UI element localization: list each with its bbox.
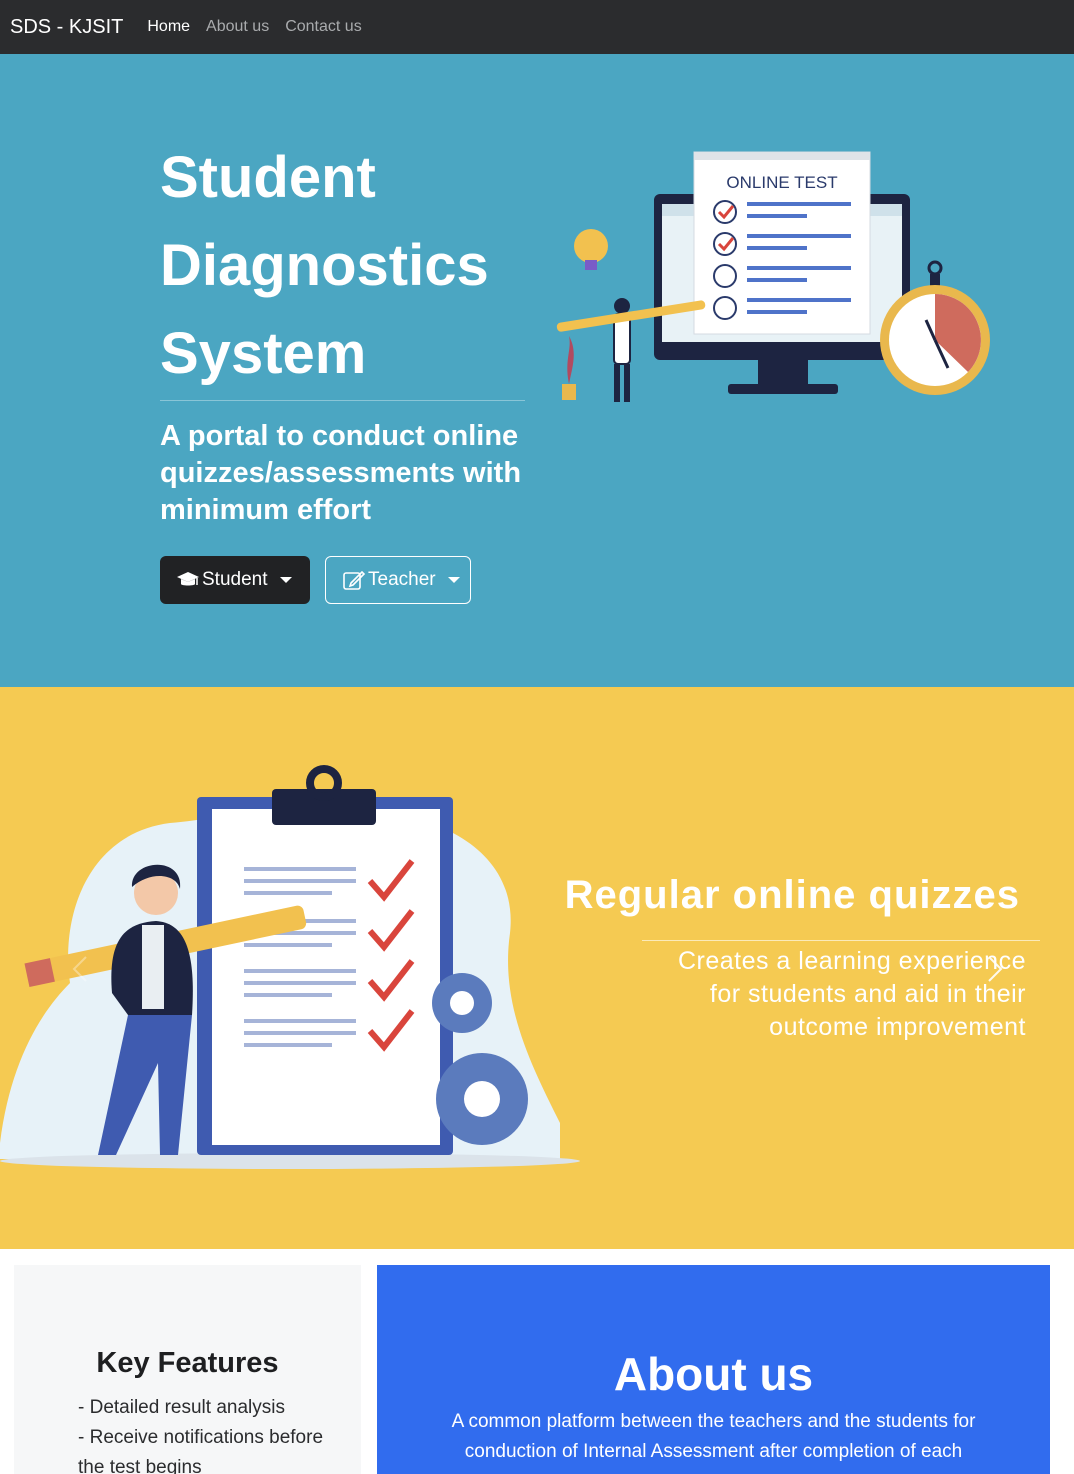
- key-features-title: Key Features: [96, 1347, 279, 1379]
- teacher-button-label: Teacher: [368, 569, 436, 590]
- about-us-card: About us A common platform between the t…: [377, 1265, 1050, 1474]
- hero-title-line: Diagnostics: [160, 233, 489, 298]
- nav-link-about[interactable]: About us: [206, 18, 269, 36]
- hero-title-line: Student: [160, 145, 376, 210]
- slide-title: Regular online quizzes: [564, 873, 1020, 917]
- caret-down-icon: [279, 577, 292, 583]
- student-button-label: Student: [202, 569, 268, 590]
- carousel-prev-icon[interactable]: [70, 955, 90, 983]
- teacher-dropdown-button[interactable]: Teacher: [325, 556, 471, 604]
- list-item: - Receive notifications before the test …: [78, 1427, 324, 1474]
- navbar: SDS - KJSIT Home About us Contact us: [0, 0, 1074, 54]
- carousel-slide: Regular online quizzes Creates a learnin…: [0, 687, 1074, 1249]
- hero-section: Student Diagnostics System A portal to c…: [0, 54, 1074, 687]
- online-test-illustration: ONLINE TEST: [556, 151, 990, 402]
- key-features-list: - Detailed result analysis - Receive not…: [78, 1393, 348, 1474]
- about-us-text: A common platform between the teachers a…: [451, 1411, 976, 1462]
- hero-title-line: System: [160, 321, 367, 386]
- hero-title: Student Diagnostics System: [160, 134, 540, 398]
- hero-divider: [160, 400, 525, 401]
- graduation-cap-icon: [177, 572, 199, 586]
- caret-down-icon: [447, 577, 460, 583]
- key-features-card: Key Features - Detailed result analysis …: [14, 1265, 361, 1474]
- hero-subtitle: A portal to conduct online quizzes/asses…: [160, 420, 522, 526]
- nav-link-home[interactable]: Home: [147, 18, 190, 36]
- brand[interactable]: SDS - KJSIT: [10, 16, 123, 39]
- student-dropdown-button[interactable]: Student: [160, 556, 310, 604]
- nav-link-contact[interactable]: Contact us: [285, 18, 361, 36]
- about-us-title: About us: [613, 1348, 814, 1400]
- slide-divider: [642, 940, 1040, 941]
- list-item: - Detailed result analysis: [78, 1397, 285, 1418]
- carousel-next-icon[interactable]: [985, 955, 1005, 983]
- edit-icon: [343, 570, 366, 590]
- online-test-label: ONLINE TEST: [726, 173, 837, 192]
- slide-text: Creates a learning experience for studen…: [677, 947, 1026, 1041]
